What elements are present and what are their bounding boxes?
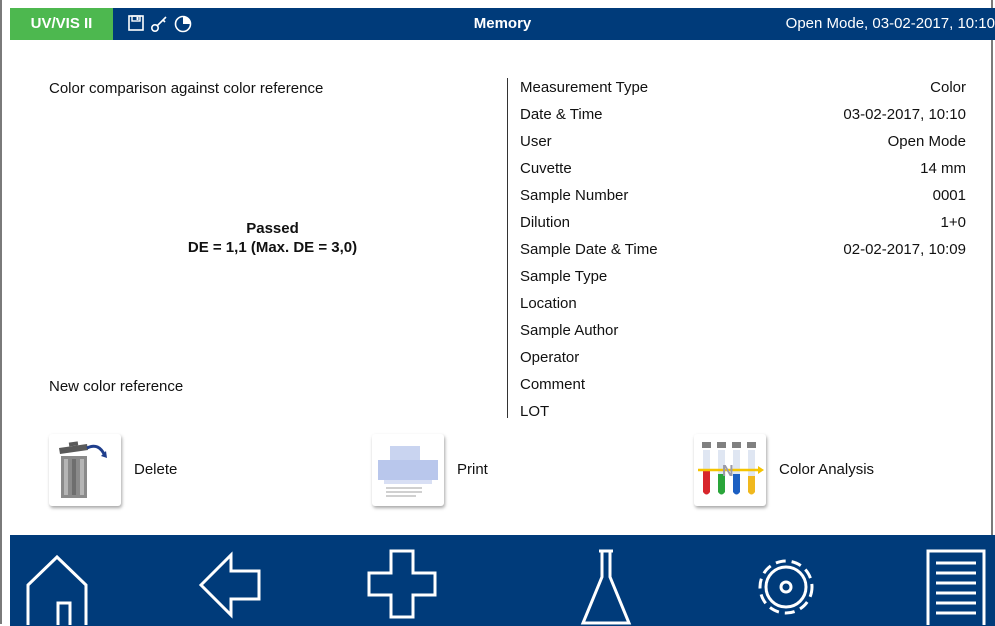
print-label: Print [457,461,488,478]
print-button[interactable] [372,434,444,506]
detail-value: 14 mm [920,160,966,177]
detail-row: Measurement Type Color [520,77,966,104]
detail-label: User [520,133,552,150]
detail-row: User Open Mode [520,131,966,158]
delete-button[interactable] [49,434,121,506]
color-analysis-label: Color Analysis [779,461,875,478]
detail-label: Comment [520,376,586,393]
settings-button[interactable] [746,545,826,625]
back-icon [198,551,261,619]
detail-row: Date & Time 03-02-2017, 10:10 [520,104,966,131]
printer-icon [378,446,438,497]
result-status: Passed [246,220,299,237]
detail-label: Cuvette [520,160,572,177]
detail-row: Sample Date & Time 02-02-2017, 10:09 [520,239,966,266]
menu-button[interactable] [920,545,995,625]
detail-label: Dilution [520,214,571,231]
detail-value: 03-02-2017, 10:10 [843,106,966,123]
detail-value: 1+0 [940,214,966,231]
trash-icon [59,441,107,498]
detail-value: Open Mode [887,133,966,150]
detail-label: Location [520,295,577,312]
detail-row: Dilution 1+0 [520,212,966,239]
color-analysis-button[interactable]: N [694,434,766,506]
top-bar: UV/VIS II Memory Open Mode, 03-02-2017, … [10,8,995,40]
detail-row: Operator [520,347,966,374]
menu-icon [926,549,986,625]
new-color-reference-link[interactable]: New color reference [49,378,183,395]
back-button[interactable] [193,545,273,625]
detail-label: Sample Date & Time [520,241,658,258]
detail-row: Cuvette 14 mm [520,158,966,185]
detail-value: 02-02-2017, 10:09 [843,241,966,258]
detail-label: Measurement Type [520,79,649,96]
detail-row: Sample Author [520,320,966,347]
detail-row: Comment [520,374,966,401]
detail-label: Operator [520,349,580,366]
delete-label: Delete [134,461,178,478]
detail-row: Sample Type [520,266,966,293]
detail-value: Color [930,79,966,96]
add-icon [367,549,437,619]
measurement-details: Measurement Type Color Date & Time 03-02-2… [520,77,966,428]
column-divider [507,78,508,418]
detail-row: LOT [520,401,966,428]
samples-button[interactable] [575,545,655,625]
comparison-description: Color comparison against color reference [49,80,324,97]
result-value: DE = 1,1 (Max. DE = 3,0) [187,239,358,256]
svg-text:N: N [722,463,734,480]
detail-label: Sample Type [520,268,608,285]
test-tubes-icon: N [698,442,764,495]
status-text: Open Mode, 03-02-2017, 10:10 [785,15,995,32]
add-button[interactable] [365,545,445,625]
bottom-nav [10,535,995,626]
detail-value: 0001 [932,187,966,204]
detail-label: Date & Time [520,106,603,123]
home-icon [26,554,88,625]
detail-label: LOT [520,403,550,420]
flask-icon [580,549,632,625]
home-button[interactable] [22,545,102,625]
detail-row: Location [520,293,966,320]
detail-row: Sample Number 0001 [520,185,966,212]
settings-icon [758,559,814,615]
detail-label: Sample Author [520,322,619,339]
detail-label: Sample Number [520,187,629,204]
